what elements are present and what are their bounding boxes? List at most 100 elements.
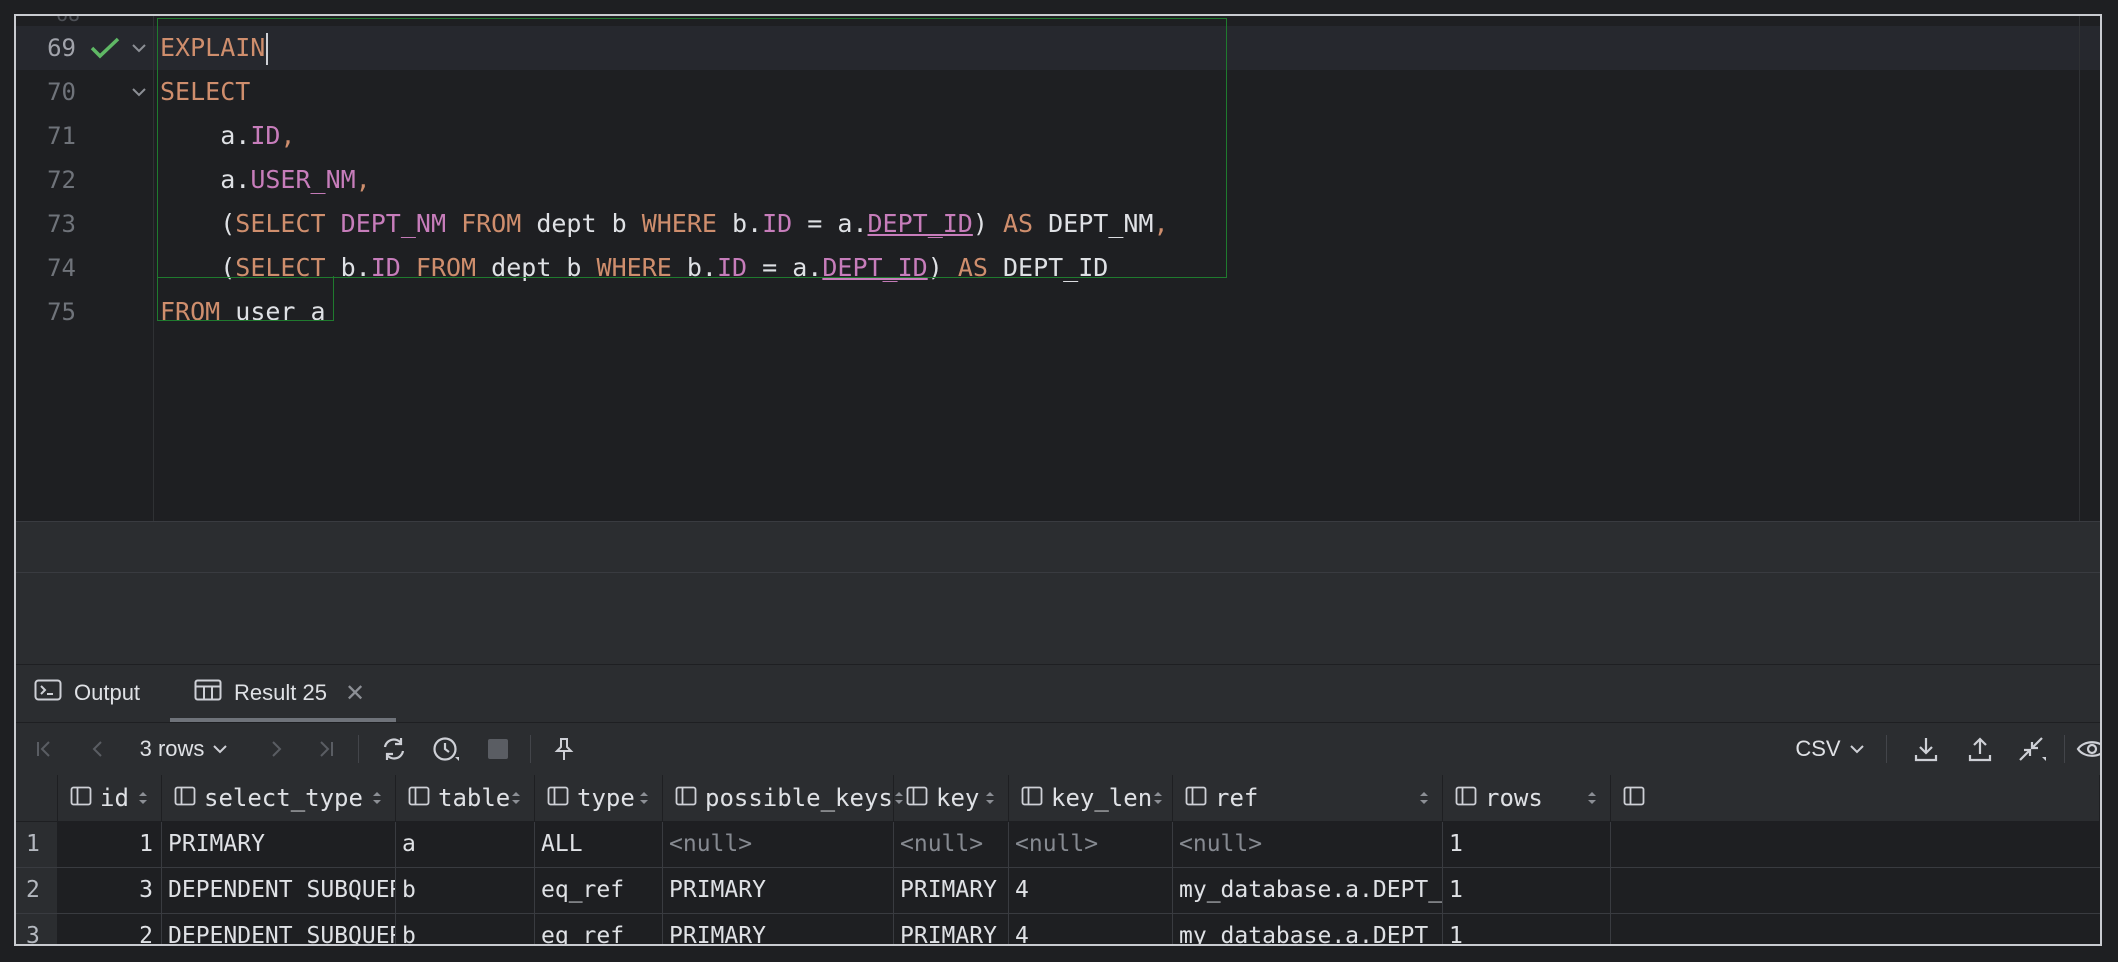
history-clock-icon[interactable] [424, 723, 468, 775]
sort-icon[interactable] [984, 790, 996, 806]
column-header-key-len[interactable]: key_len [1009, 775, 1173, 821]
sort-icon[interactable] [1152, 790, 1164, 806]
table-cell[interactable]: 1 [1443, 868, 1611, 913]
code-token: ( [160, 253, 236, 282]
download-icon[interactable] [1904, 723, 1948, 775]
column-header-key[interactable]: key [894, 775, 1009, 821]
table-cell[interactable]: PRIMARY [663, 868, 894, 913]
table-cell[interactable]: 1 [1443, 914, 1611, 944]
code-line[interactable]: 75 FROM user a [16, 290, 2100, 334]
result-toolbar: 3 rows CSV [16, 722, 2100, 776]
table-row[interactable]: 3 2 DEPENDENT SUBQUERY b eq_ref PRIMARY PRIMAR… [16, 914, 2100, 944]
column-header-overflow[interactable] [1611, 775, 2100, 821]
sort-icon[interactable] [371, 790, 383, 806]
sort-icon[interactable] [510, 790, 522, 806]
code-line[interactable]: 70 SELECT [16, 70, 2100, 114]
grid-header: id select_type table type possible_keys key ke… [16, 775, 2100, 822]
close-icon[interactable]: ✕ [345, 679, 365, 708]
refresh-icon[interactable] [372, 723, 416, 775]
fold-chevron-icon[interactable] [128, 36, 150, 58]
fold-chevron-icon[interactable] [128, 80, 150, 102]
column-header-possible-keys[interactable]: possible_keys [663, 775, 903, 821]
last-page-icon[interactable] [306, 723, 346, 775]
code-token: DEPT_ID [867, 209, 973, 238]
table-row[interactable]: 2 3 DEPENDENT SUBQUERY b eq_ref PRIMARY PRIMAR… [16, 868, 2100, 914]
code-line[interactable]: 73 (SELECT DEPT_NM FROM dept b WHERE b.I… [16, 202, 2100, 246]
table-cell[interactable]: b [396, 914, 535, 944]
column-header-id[interactable]: id [58, 775, 162, 821]
table-cell[interactable]: ALL [535, 822, 663, 867]
column-header-type[interactable]: type [535, 775, 663, 821]
table-cell[interactable]: 1 [58, 822, 162, 867]
sql-editor[interactable]: 68 69 EXPLAIN 70 SELECT 71 a.ID, 72 a.USER_NM… [16, 16, 2100, 521]
table-cell[interactable]: my_database.a.DEPT_ID [1173, 914, 1443, 944]
table-cell[interactable]: my_database.a.DEPT_ID [1173, 868, 1443, 913]
panel-splitter[interactable] [16, 572, 2100, 665]
rows-count-dropdown[interactable]: 3 rows [124, 723, 244, 775]
sort-icon[interactable] [1586, 790, 1598, 806]
table-cell[interactable]: <null> [663, 822, 894, 867]
code-token: ) [927, 253, 958, 282]
code-line[interactable]: 74 (SELECT b.ID FROM dept b WHERE b.ID =… [16, 246, 2100, 290]
code-line[interactable]: 69 EXPLAIN [16, 26, 2100, 70]
upload-icon[interactable] [1958, 723, 2002, 775]
table-cell[interactable]: PRIMARY [894, 914, 1009, 944]
code-text[interactable]: FROM user a [160, 290, 326, 334]
checkmark-icon[interactable] [88, 36, 122, 60]
table-cell[interactable]: 2 [58, 914, 162, 944]
tab-result-label: Result 25 [234, 680, 327, 705]
column-icon [1021, 784, 1043, 812]
table-cell[interactable]: <null> [1009, 822, 1173, 867]
code-text[interactable]: a.USER_NM, [160, 158, 371, 202]
row-number[interactable]: 1 [16, 822, 58, 867]
pin-icon[interactable] [542, 723, 586, 775]
table-cell[interactable]: a [396, 822, 535, 867]
column-header-select-type[interactable]: select_type [162, 775, 396, 821]
code-text[interactable]: SELECT [160, 70, 250, 114]
compare-icon[interactable] [2010, 723, 2054, 775]
table-cell[interactable]: 4 [1009, 868, 1173, 913]
code-line[interactable]: 72 a.USER_NM, [16, 158, 2100, 202]
code-text[interactable]: a.ID, [160, 114, 295, 158]
sort-icon[interactable] [137, 790, 149, 806]
table-cell[interactable]: DEPENDENT SUBQUERY [162, 914, 396, 944]
table-cell[interactable]: eq_ref [535, 914, 663, 944]
table-cell[interactable]: <null> [1173, 822, 1443, 867]
export-format-dropdown[interactable]: CSV [1790, 723, 1870, 775]
table-cell[interactable]: <null> [894, 822, 1009, 867]
column-icon [174, 784, 196, 812]
sort-icon[interactable] [638, 790, 650, 806]
table-cell[interactable]: PRIMARY [663, 914, 894, 944]
column-header-rows[interactable]: rows [1443, 775, 1611, 821]
code-token: , [280, 121, 296, 150]
tab-result[interactable]: Result 25 ✕ [194, 665, 365, 721]
toolbar-separator [1886, 735, 1887, 763]
table-cell[interactable]: eq_ref [535, 868, 663, 913]
code-text[interactable]: EXPLAIN [160, 26, 269, 70]
code-text[interactable]: (SELECT b.ID FROM dept b WHERE b.ID = a.… [160, 246, 1108, 290]
table-cell[interactable]: b [396, 868, 535, 913]
tab-output[interactable]: Output [34, 665, 140, 721]
first-page-icon[interactable] [24, 723, 64, 775]
row-number[interactable]: 2 [16, 868, 58, 913]
table-cell[interactable]: 1 [1443, 822, 1611, 867]
next-page-icon[interactable] [256, 723, 296, 775]
code-text[interactable]: (SELECT DEPT_NM FROM dept b WHERE b.ID =… [160, 202, 1168, 246]
stop-icon[interactable] [476, 723, 520, 775]
table-cell[interactable]: PRIMARY [162, 822, 396, 867]
code-token: AS [1002, 209, 1034, 238]
column-header-ref[interactable]: ref [1173, 775, 1443, 821]
previous-page-icon[interactable] [78, 723, 118, 775]
code-line[interactable]: 71 a.ID, [16, 114, 2100, 158]
view-eye-icon[interactable] [2072, 723, 2100, 775]
table-cell[interactable]: 3 [58, 868, 162, 913]
row-number[interactable]: 3 [16, 914, 58, 944]
table-cell[interactable]: 4 [1009, 914, 1173, 944]
table-cell[interactable]: DEPENDENT SUBQUERY [162, 868, 396, 913]
sort-icon[interactable] [1418, 790, 1430, 806]
column-header-table[interactable]: table [396, 775, 535, 821]
column-icon [1455, 784, 1477, 812]
table-cell[interactable]: PRIMARY [894, 868, 1009, 913]
table-row[interactable]: 1 1 PRIMARY a ALL <null> <null> <null> <null> 1 [16, 822, 2100, 868]
